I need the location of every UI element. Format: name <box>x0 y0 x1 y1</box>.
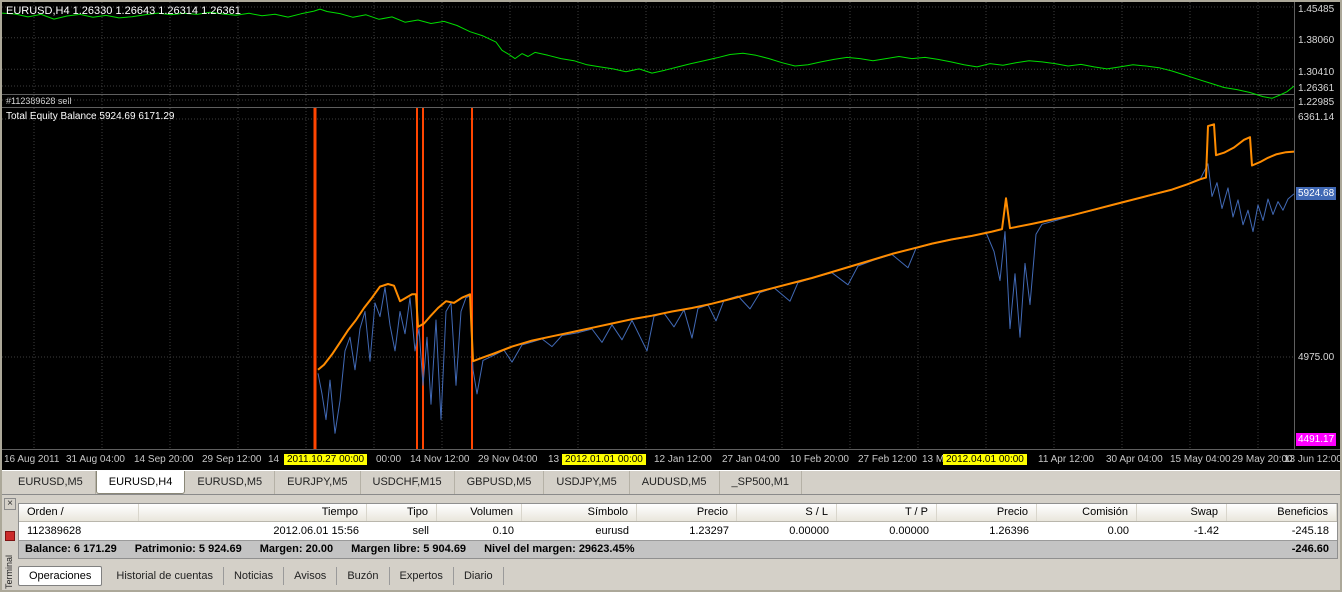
price-scale-label: 1.30410 <box>1298 67 1334 78</box>
column-header[interactable]: Precio <box>637 504 737 521</box>
summary-segment: Margen libre: 5 904.69 <box>351 543 466 555</box>
order-cell[interactable]: 112389628 <box>19 522 139 540</box>
order-cell[interactable]: 2012.06.01 15:56 <box>139 522 367 540</box>
chart-window-tabs: EURUSD,M5EURUSD,H4EURUSD,M5EURJPY,M5USDC… <box>2 470 1340 494</box>
time-tick: 14 <box>268 454 279 465</box>
terminal-window-icon <box>5 531 15 541</box>
summary-segment: Nivel del margen: 29623.45% <box>484 543 634 555</box>
time-tick: 16 Aug 2011 <box>4 454 59 465</box>
total-profit-value: -246.60 <box>1292 541 1337 558</box>
time-tick: 10 Feb 20:00 <box>790 454 849 465</box>
column-header[interactable]: Tipo <box>367 504 437 521</box>
equity-low-badge: 4491.17 <box>1296 433 1336 446</box>
time-tick: 27 Jan 04:00 <box>722 454 780 465</box>
order-cell[interactable]: 0.00000 <box>737 522 837 540</box>
column-header[interactable]: Volumen <box>437 504 522 521</box>
summary-segment: Patrimonio: 5 924.69 <box>135 543 242 555</box>
terminal-tab-diario[interactable]: Diario <box>454 567 504 585</box>
time-tick: 29 Sep 12:00 <box>202 454 262 465</box>
order-cell[interactable]: sell <box>367 522 437 540</box>
price-scale-label: 1.22985 <box>1298 97 1334 108</box>
terminal-tab-noticias[interactable]: Noticias <box>224 567 284 585</box>
equity-chart-canvas[interactable] <box>2 108 1294 449</box>
order-cell[interactable]: 0.00 <box>1037 522 1137 540</box>
column-header[interactable]: Orden / <box>19 504 139 521</box>
time-tick-highlighted: 2012.04.01 00:00 <box>943 454 1027 465</box>
time-tick: 14 Sep 20:00 <box>134 454 194 465</box>
order-cell[interactable]: eurusd <box>522 522 637 540</box>
chart-tab-eurusd-m5[interactable]: EURUSD,M5 <box>185 471 275 494</box>
column-header[interactable]: S / L <box>737 504 837 521</box>
chart-panel: EURUSD,H4 1.26330 1.26643 1.26314 1.2636… <box>2 2 1340 470</box>
time-tick: 11 Apr 12:00 <box>1038 454 1094 465</box>
order-cell[interactable]: 1.26396 <box>937 522 1037 540</box>
close-icon[interactable]: × <box>4 498 16 510</box>
terminal-titlebar: × Terminal <box>2 495 18 590</box>
terminal-tab-avisos[interactable]: Avisos <box>284 567 337 585</box>
summary-segment: Balance: 6 171.29 <box>25 543 117 555</box>
order-cell[interactable]: -245.18 <box>1227 522 1337 540</box>
order-cell[interactable]: -1.42 <box>1137 522 1227 540</box>
time-tick: 30 Apr 04:00 <box>1106 454 1163 465</box>
time-tick: 14 Nov 12:00 <box>410 454 470 465</box>
terminal-title: Terminal <box>4 543 14 589</box>
column-header[interactable]: Comisión <box>1037 504 1137 521</box>
order-cell[interactable]: 0.10 <box>437 522 522 540</box>
price-scale-label: 1.38060 <box>1298 35 1334 46</box>
account-summary-row: Balance: 6 171.29 Patrimonio: 5 924.69 Mar… <box>19 540 1337 558</box>
indicator-title: Total Equity Balance 5924.69 6171.29 <box>6 111 174 122</box>
time-tick-highlighted: 2011.10.27 00:00 <box>284 454 367 465</box>
chart-tab-usdchf-m15[interactable]: USDCHF,M15 <box>361 471 455 494</box>
time-tick: 31 Aug 04:00 <box>66 454 125 465</box>
time-axis: 16 Aug 2011 31 Aug 04:00 14 Sep 20:00 29 Se… <box>2 449 1340 470</box>
column-header[interactable]: Swap <box>1137 504 1227 521</box>
equity-scale-label: 4975.00 <box>1298 352 1334 363</box>
equity-current-badge: 5924.68 <box>1296 187 1336 200</box>
order-row[interactable]: 1123896282012.06.01 15:56sell0.10eurusd1… <box>19 522 1337 540</box>
time-tick: 12 Jan 12:00 <box>654 454 712 465</box>
account-summary-text: Balance: 6 171.29 Patrimonio: 5 924.69 Mar… <box>19 541 1292 558</box>
price-chart-canvas[interactable] <box>2 2 1294 107</box>
column-header[interactable]: Símbolo <box>522 504 637 521</box>
time-tick: 15 May 04:00 <box>1170 454 1231 465</box>
chart-tab-usdjpy-m5[interactable]: USDJPY,M5 <box>544 471 629 494</box>
chart-tab-gbpusd-m5[interactable]: GBPUSD,M5 <box>455 471 545 494</box>
time-tick: 27 Feb 12:00 <box>858 454 917 465</box>
chart-ohlc-title: EURUSD,H4 1.26330 1.26643 1.26314 1.2636… <box>6 5 241 17</box>
order-cell[interactable]: 1.23297 <box>637 522 737 540</box>
chart-tab-eurusd-h4[interactable]: EURUSD,H4 <box>96 471 186 494</box>
column-header[interactable]: Beneficios <box>1227 504 1337 521</box>
time-tick: 00:00 <box>376 454 401 465</box>
price-scale-label: 1.26361 <box>1298 83 1334 94</box>
mt4-terminal-window: EURUSD,H4 1.26330 1.26643 1.26314 1.2636… <box>0 0 1342 592</box>
chart-tab-eurusd-m5[interactable]: EURUSD,M5 <box>6 471 96 494</box>
time-tick: 13 Jun 12:00 <box>1284 454 1340 465</box>
terminal-tab-historial-de-cuentas[interactable]: Historial de cuentas <box>106 567 224 585</box>
price-scale-label: 1.45485 <box>1298 4 1334 15</box>
terminal-tab-buz-n[interactable]: Buzón <box>337 567 389 585</box>
time-tick: 29 Nov 04:00 <box>478 454 538 465</box>
equity-scale-label: 6361.14 <box>1298 112 1334 123</box>
order-cell[interactable]: 0.00000 <box>837 522 937 540</box>
price-scale: 1.45485 1.38060 1.30410 1.26361 1.22985 … <box>1294 2 1340 449</box>
terminal-tab-expertos[interactable]: Expertos <box>390 567 454 585</box>
column-header[interactable]: Precio <box>937 504 1037 521</box>
time-tick-highlighted: 2012.01.01 00:00 <box>562 454 646 465</box>
chart-tab-audusd-m5[interactable]: AUDUSD,M5 <box>630 471 720 494</box>
summary-segment: Margen: 20.00 <box>260 543 333 555</box>
chart-tab-eurjpy-m5[interactable]: EURJPY,M5 <box>275 471 360 494</box>
chart-tab--sp500-m1[interactable]: _SP500,M1 <box>720 471 802 494</box>
terminal-panel: × Terminal Orden /TiempoTipoVolumenSímbo… <box>2 494 1340 590</box>
terminal-tabs: OperacionesHistorial de cuentasNoticiasA… <box>18 564 504 588</box>
orders-table: Orden /TiempoTipoVolumenSímboloPrecioS /… <box>18 503 1338 559</box>
terminal-tab-operaciones[interactable]: Operaciones <box>18 566 102 586</box>
orders-table-header-row: Orden /TiempoTipoVolumenSímboloPrecioS /… <box>19 504 1337 522</box>
column-header[interactable]: T / P <box>837 504 937 521</box>
column-header[interactable]: Tiempo <box>139 504 367 521</box>
